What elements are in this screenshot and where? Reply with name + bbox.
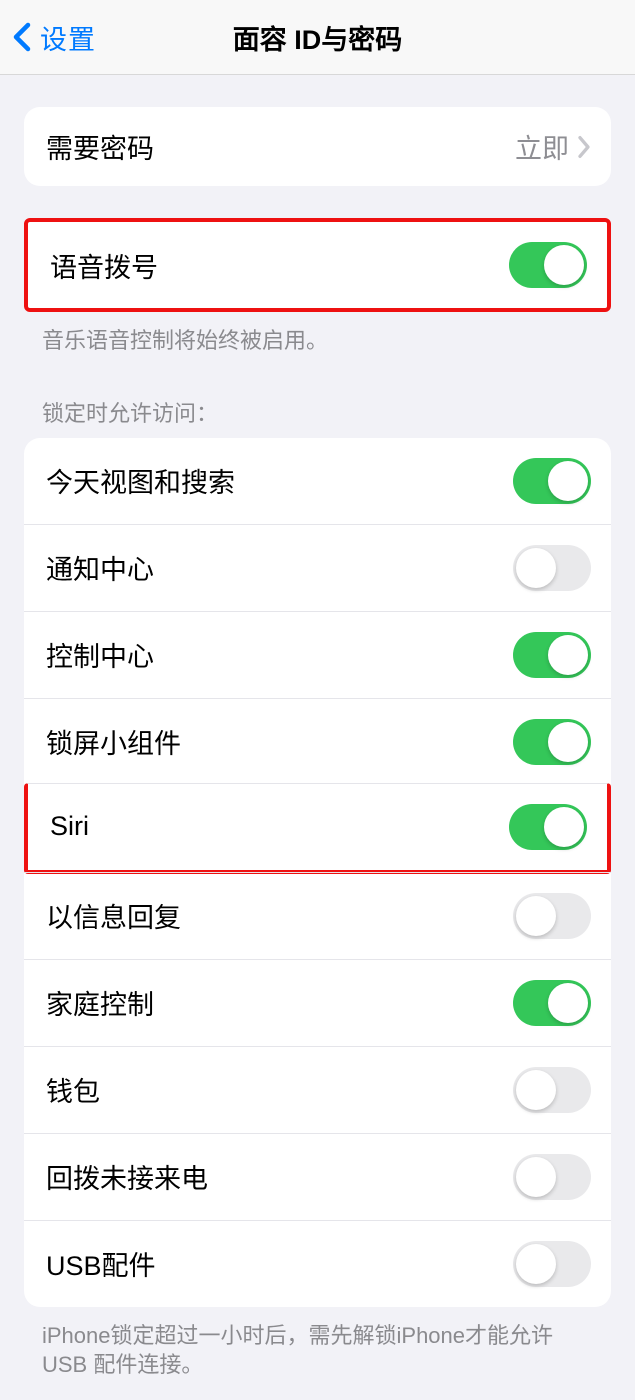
toggle-knob [516,896,556,936]
locked-access-row: 以信息回复 [24,872,611,959]
toggle-knob [516,1157,556,1197]
toggle-knob [544,245,584,285]
toggle[interactable] [513,1241,591,1287]
row-label: 钱包 [46,1070,100,1109]
locked-access-row: 锁屏小组件 [24,698,611,785]
row-label: 今天视图和搜索 [46,461,235,500]
locked-access-row: 控制中心 [24,611,611,698]
row-label: 语音拨号 [50,246,158,285]
row-right: 立即 [515,127,591,166]
toggle[interactable] [513,1067,591,1113]
toggle[interactable] [513,632,591,678]
require-passcode-row[interactable]: 需要密码 立即 [24,107,611,186]
row-label: 回拨未接来电 [46,1157,208,1196]
locked-access-list: 今天视图和搜索通知中心控制中心锁屏小组件 Siri 以信息回复家庭控制钱包回拨未接来… [24,438,611,1307]
locked-access-footer: iPhone锁定超过一小时后，需先解锁iPhone才能允许USB 配件连接。 [42,1321,593,1380]
content: 需要密码 立即 语音拨号 音乐语音控制将始终被启用。 锁定时允许访问： 今天视图… [0,107,635,1400]
locked-access-row: 家庭控制 [24,959,611,1046]
row-label: 需要密码 [46,127,154,166]
toggle[interactable] [513,719,591,765]
locked-access-row: 通知中心 [24,524,611,611]
nav-bar: 设置 面容 ID与密码 [0,0,635,75]
back-label: 设置 [32,18,96,57]
toggle-knob [548,635,588,675]
toggle[interactable] [513,980,591,1026]
toggle[interactable] [513,458,591,504]
voice-dial-footer: 音乐语音控制将始终被启用。 [42,326,593,356]
row-label: Siri [50,811,89,842]
chevron-right-icon [577,135,591,159]
toggle[interactable] [513,545,591,591]
row-value: 立即 [515,127,569,166]
toggle-knob [548,461,588,501]
locked-access-row: Siri [24,783,611,874]
require-passcode-group: 需要密码 立即 [24,107,611,186]
voice-dial-toggle[interactable] [509,242,587,288]
chevron-left-icon [12,22,32,52]
row-label: 锁屏小组件 [46,722,181,761]
locked-access-header: 锁定时允许访问： [42,396,593,428]
toggle[interactable] [513,893,591,939]
row-label: USB配件 [46,1244,156,1283]
toggle-knob [548,983,588,1023]
locked-access-row: 今天视图和搜索 [24,438,611,524]
locked-access-row: 钱包 [24,1046,611,1133]
toggle-knob [544,807,584,847]
row-label: 控制中心 [46,635,154,674]
toggle-knob [516,548,556,588]
toggle[interactable] [513,1154,591,1200]
locked-access-row: 回拨未接来电 [24,1133,611,1220]
back-button[interactable]: 设置 [0,18,96,57]
row-label: 家庭控制 [46,983,154,1022]
voice-dial-group: 语音拨号 [24,218,611,312]
row-label: 以信息回复 [46,896,181,935]
toggle[interactable] [509,804,587,850]
toggle-knob [516,1070,556,1110]
toggle-knob [516,1244,556,1284]
voice-dial-row: 语音拨号 [28,222,607,308]
locked-access-row: USB配件 [24,1220,611,1307]
toggle-knob [548,722,588,762]
row-label: 通知中心 [46,548,154,587]
